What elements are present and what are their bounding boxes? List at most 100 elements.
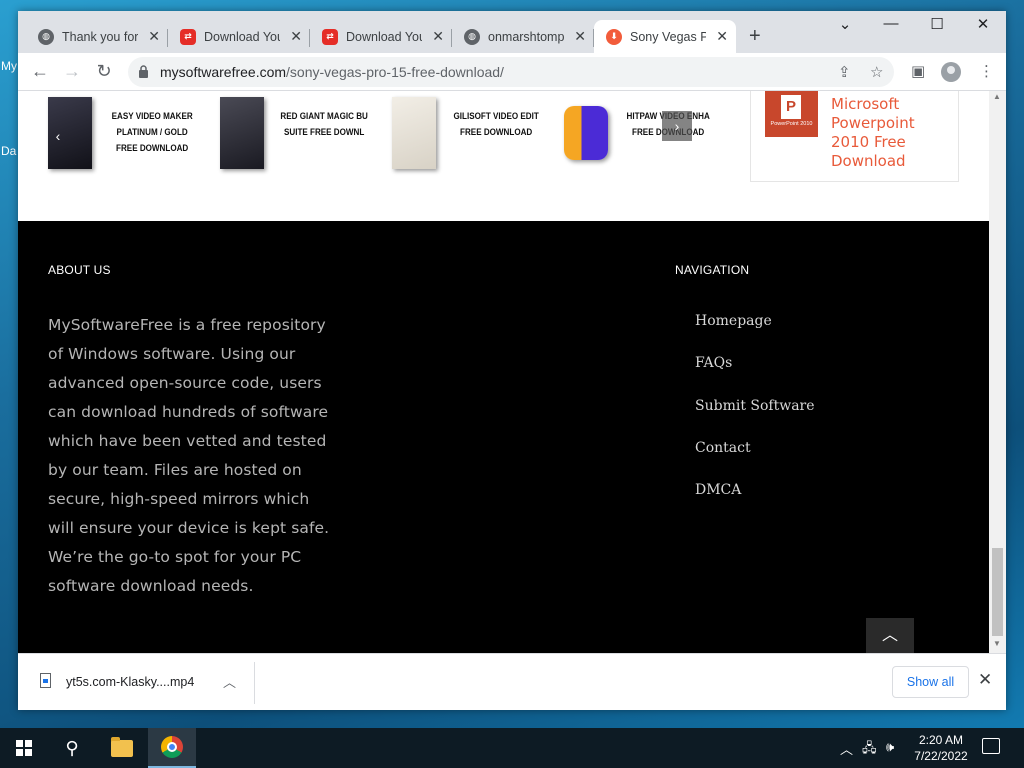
nav-link-contact[interactable]: Contact [695, 436, 815, 478]
carousel-prev-icon[interactable]: ‹ [48, 121, 68, 151]
tab-search-button[interactable]: ⌄ [822, 15, 868, 33]
chrome-icon [161, 736, 183, 758]
close-tab-icon[interactable]: ✕ [148, 28, 160, 45]
url-path: /sony-vegas-pro-15-free-download/ [286, 64, 504, 80]
tab-title: Download You [346, 29, 423, 44]
powerpoint-caption: PowerPoint 2010 [770, 121, 813, 127]
tab[interactable]: ◍ Thank you for d ✕ [26, 20, 168, 53]
navigation-heading: NAVIGATION [675, 263, 750, 277]
reload-button[interactable]: ↻ [92, 61, 116, 82]
chevron-up-icon[interactable]: ︿ [223, 672, 236, 691]
divider [254, 662, 255, 704]
title-line: PLATINUM / GOLD [116, 127, 188, 138]
tab-title: onmarshtompe [488, 29, 565, 44]
download-file-name[interactable]: yt5s.com-Klasky....mp4 [66, 675, 194, 689]
footer-nav: Homepage FAQs Submit Software Contact DM… [695, 309, 815, 520]
title-line: EASY VIDEO MAKER [111, 111, 193, 122]
title-line: SUITE FREE DOWNL [283, 127, 365, 138]
url-text[interactable]: mysoftwarefree.com/sony-vegas-pro-15-fre… [160, 64, 504, 80]
powerpoint-letter: P [781, 95, 801, 119]
maximize-button[interactable]: ☐ [914, 15, 960, 33]
network-icon[interactable]: 🖧 [862, 739, 877, 761]
title-line: FREE DOWNLOAD [116, 143, 189, 154]
tab-title: Sony Vegas Pr [630, 29, 707, 44]
scrollbar-thumb[interactable] [992, 548, 1003, 636]
globe-icon: ◍ [38, 28, 54, 45]
close-tab-icon[interactable]: ✕ [290, 28, 302, 45]
close-icon[interactable]: ✕ [978, 670, 992, 690]
tab-title: Thank you for d [62, 29, 139, 44]
folder-icon [111, 736, 133, 757]
nav-link-submit-software[interactable]: Submit Software [695, 394, 815, 436]
download-shelf: yt5s.com-Klasky....mp4 ︿ Show all ✕ [18, 653, 1006, 710]
carousel-item-title[interactable]: RED GIANT MAGIC BU SUITE FREE DOWNL [274, 109, 374, 165]
close-window-button[interactable]: ✕ [960, 15, 1006, 33]
about-heading: ABOUT US [48, 263, 111, 277]
title-line: RED GIANT MAGIC BU [280, 111, 368, 122]
scroll-to-top-button[interactable]: ︿ [866, 618, 914, 653]
carousel-item-title[interactable]: EASY VIDEO MAKER PLATINUM / GOLD FREE DO… [102, 109, 202, 165]
show-hidden-icons-icon[interactable]: ︿ [840, 739, 853, 758]
download-site-icon: ⬇ [606, 28, 622, 45]
system-clock[interactable]: 2:20 AM 7/22/2022 [908, 732, 974, 764]
side-panel-icon[interactable]: ▣ [911, 62, 925, 80]
forward-button[interactable]: → [60, 61, 84, 82]
show-all-button[interactable]: Show all [892, 666, 969, 698]
carousel-item[interactable]: EASY VIDEO MAKER PLATINUM / GOLD FREE DO… [48, 97, 218, 177]
related-post-link[interactable]: Microsoft Powerpoint 2010 Free Download [831, 95, 951, 171]
nav-link-faqs[interactable]: FAQs [695, 351, 815, 393]
tab[interactable]: ⇄ Download You ✕ [168, 20, 310, 53]
file-icon [40, 673, 51, 688]
globe-icon: ◍ [464, 28, 480, 45]
carousel-item[interactable]: GILISOFT VIDEO EDIT FREE DOWNLOAD [392, 97, 562, 177]
software-box-image[interactable] [220, 97, 264, 169]
volume-icon[interactable]: 🕪 [886, 739, 894, 755]
close-tab-icon[interactable]: ✕ [432, 28, 444, 45]
tab-title: Download You [204, 29, 281, 44]
about-text: MySoftwareFree is a free repository of W… [48, 316, 330, 595]
site-footer: ABOUT US MySoftwareFree is a free reposi… [18, 221, 989, 653]
clock-time: 2:20 AM [918, 733, 964, 747]
share-icon[interactable]: ⇪ [838, 63, 851, 81]
scroll-down-arrow-icon[interactable]: ▼ [993, 639, 1001, 648]
new-tab-button[interactable]: + [749, 25, 761, 48]
close-tab-icon[interactable]: ✕ [574, 28, 586, 45]
chrome-taskbar-button[interactable] [148, 728, 196, 768]
tab-active[interactable]: ⬇ Sony Vegas Pr ✕ [594, 20, 736, 53]
minimize-button[interactable]: — [868, 15, 914, 32]
powerpoint-icon[interactable]: P PowerPoint 2010 [765, 91, 818, 137]
notifications-icon[interactable] [982, 738, 1000, 754]
scroll-up-arrow-icon[interactable]: ▲ [993, 92, 1001, 101]
bookmark-star-icon[interactable]: ☆ [870, 63, 883, 81]
profile-avatar[interactable] [941, 62, 961, 82]
file-explorer-button[interactable] [98, 728, 146, 768]
nav-link-homepage[interactable]: Homepage [695, 309, 815, 351]
search-button[interactable]: ⚲ [48, 728, 96, 768]
page-scrollbar[interactable]: ▲ ▼ [989, 91, 1006, 653]
back-button[interactable]: ← [28, 61, 52, 82]
nav-link-dmca[interactable]: DMCA [695, 478, 815, 520]
tab[interactable]: ◍ onmarshtompe ✕ [452, 20, 594, 53]
sidebar-related-post[interactable]: P PowerPoint 2010 Microsoft Powerpoint 2… [750, 91, 959, 182]
carousel-item[interactable]: HITPAW VIDEO ENHA FREE DOWNLOAD [564, 97, 734, 177]
youtube-downloader-icon: ⇄ [322, 28, 338, 45]
browser-toolbar: ← → ↻ mysoftwarefree.com/sony-vegas-pro-… [18, 53, 1006, 91]
software-box-image[interactable] [392, 97, 436, 169]
desktop-icon-label[interactable]: Da [1, 144, 16, 158]
carousel-next-icon[interactable]: › [662, 111, 692, 141]
search-icon: ⚲ [65, 737, 79, 758]
address-bar[interactable]: mysoftwarefree.com/sony-vegas-pro-15-fre… [128, 57, 894, 87]
close-tab-icon[interactable]: ✕ [716, 28, 728, 45]
carousel-item-title[interactable]: GILISOFT VIDEO EDIT FREE DOWNLOAD [446, 109, 546, 165]
tab[interactable]: ⇄ Download You ✕ [310, 20, 452, 53]
start-button[interactable] [0, 728, 48, 768]
desktop-icon-labels: My Da [0, 50, 18, 190]
software-box-image[interactable] [564, 106, 608, 160]
browser-window: ◍ Thank you for d ✕ ⇄ Download You ✕ ⇄ D… [18, 11, 1006, 710]
menu-kebab-icon[interactable]: ⋮ [979, 62, 994, 80]
related-software-carousel: EASY VIDEO MAKER PLATINUM / GOLD FREE DO… [18, 91, 748, 221]
carousel-item[interactable]: RED GIANT MAGIC BU SUITE FREE DOWNL [220, 97, 390, 177]
desktop-icon-label[interactable]: My [1, 59, 17, 73]
youtube-downloader-icon: ⇄ [180, 28, 196, 45]
lock-icon[interactable] [138, 65, 149, 78]
